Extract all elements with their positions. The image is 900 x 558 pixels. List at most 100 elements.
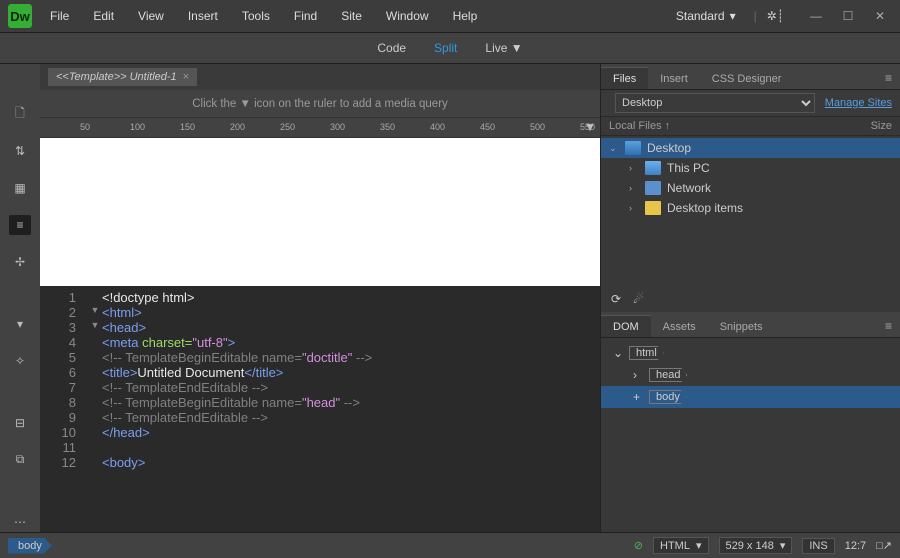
tab-css-designer[interactable]: CSS Designer xyxy=(700,68,794,89)
code-line[interactable]: 10</head> xyxy=(40,425,600,440)
right-panels: FilesInsertCSS Designer ≡ Desktop Manage … xyxy=(600,64,900,532)
menu-file[interactable]: File xyxy=(40,5,79,27)
code-editor[interactable]: 1<!doctype html>2▼<html>3▼<head>4<meta c… xyxy=(40,286,600,532)
wand-icon[interactable]: ✧ xyxy=(9,350,31,371)
code-line[interactable]: 5<!-- TemplateBeginEditable name="doctit… xyxy=(40,350,600,365)
more-icon[interactable]: ⋯ xyxy=(9,511,31,532)
code-line[interactable]: 9<!-- TemplateEndEditable --> xyxy=(40,410,600,425)
tree-item[interactable]: ⌄Desktop xyxy=(601,138,900,158)
collapse-icon[interactable]: ⊟ xyxy=(9,412,31,433)
ruler-tick: 200 xyxy=(230,122,245,132)
document-area: <<Template>> Untitled-1 × Click the ▼ ic… xyxy=(40,64,600,532)
menu-find[interactable]: Find xyxy=(284,5,327,27)
code-line[interactable]: 8<!-- TemplateBeginEditable name="head" … xyxy=(40,395,600,410)
menu-help[interactable]: Help xyxy=(443,5,488,27)
code-line[interactable]: 3▼<head> xyxy=(40,320,600,335)
workspace-switcher[interactable]: Standard▾ xyxy=(668,6,744,26)
ruler-tick: 450 xyxy=(480,122,495,132)
tab-snippets[interactable]: Snippets xyxy=(708,316,775,337)
ruler-tick: 550 xyxy=(580,122,595,132)
tab-insert[interactable]: Insert xyxy=(648,68,700,89)
dom-node[interactable]: ⌄html xyxy=(601,342,900,364)
ruler-tick: 350 xyxy=(380,122,395,132)
col-size[interactable]: Size xyxy=(871,120,892,132)
site-dropdown[interactable]: Desktop xyxy=(615,93,815,113)
titlebar: Dw FileEditViewInsertToolsFindSiteWindow… xyxy=(0,0,900,32)
breadcrumb-body[interactable]: body xyxy=(8,538,52,554)
dom-tree: ⌄html›head+body xyxy=(601,338,900,412)
ruler-tick: 50 xyxy=(80,122,90,132)
live-canvas[interactable] xyxy=(40,138,600,286)
code-line[interactable]: 7<!-- TemplateEndEditable --> xyxy=(40,380,600,395)
ruler-tick: 500 xyxy=(530,122,545,132)
dom-panel-tabs: DOMAssetsSnippets ≡ xyxy=(601,312,900,338)
menu-insert[interactable]: Insert xyxy=(178,5,228,27)
format-source-icon[interactable]: ≡ xyxy=(9,215,31,236)
menubar: FileEditViewInsertToolsFindSiteWindowHel… xyxy=(40,5,487,27)
sync-settings-icon[interactable]: ✲┊ xyxy=(767,9,784,23)
tree-item[interactable]: ›Desktop items xyxy=(601,198,900,218)
apply-comment-icon[interactable]: ▾ xyxy=(9,313,31,334)
target-icon[interactable]: ✢ xyxy=(9,251,31,272)
files-tree: ⌄Desktop›This PC›Network›Desktop items xyxy=(601,136,900,220)
manage-sites-link[interactable]: Manage Sites xyxy=(825,97,892,109)
menu-window[interactable]: Window xyxy=(376,5,439,27)
files-panel-tabs: FilesInsertCSS Designer ≡ xyxy=(601,64,900,90)
left-toolbar: 🗋 ⇅ ▦ ≡ ✢ ▾ ✧ ⊟ ⧉ ⋯ xyxy=(0,64,40,532)
chevron-down-icon[interactable]: ▼ xyxy=(511,41,523,55)
view-switcher: Code Split Live ▼ xyxy=(0,32,900,64)
minimize-button[interactable]: — xyxy=(804,6,828,26)
inspect-icon[interactable]: ⧉ xyxy=(9,449,31,470)
col-local[interactable]: Local Files ↑ xyxy=(609,120,871,132)
code-line[interactable]: 11 xyxy=(40,440,600,455)
tab-files[interactable]: Files xyxy=(601,67,648,89)
code-line[interactable]: 1<!doctype html> xyxy=(40,290,600,305)
collect-icon[interactable]: ☄ xyxy=(633,292,644,306)
status-ok-icon: ⊘ xyxy=(634,539,643,552)
ruler-tick: 100 xyxy=(130,122,145,132)
menu-edit[interactable]: Edit xyxy=(83,5,124,27)
ruler-tick: 400 xyxy=(430,122,445,132)
close-button[interactable]: ✕ xyxy=(868,6,892,26)
tree-item[interactable]: ›This PC xyxy=(601,158,900,178)
ruler-tick: 150 xyxy=(180,122,195,132)
code-line[interactable]: 6<title>Untitled Document</title> xyxy=(40,365,600,380)
ruler[interactable]: ▼ 50100150200250300350400450500550 xyxy=(40,118,600,138)
document-tab[interactable]: <<Template>> Untitled-1 × xyxy=(48,68,197,86)
refresh-icon[interactable]: ⟳ xyxy=(611,292,621,306)
file-management-icon[interactable]: 🗋 xyxy=(9,104,31,125)
maximize-button[interactable]: ☐ xyxy=(836,6,860,26)
status-insert-mode[interactable]: INS xyxy=(802,538,834,554)
menu-view[interactable]: View xyxy=(128,5,174,27)
code-line[interactable]: 2▼<html> xyxy=(40,305,600,320)
ruler-tick: 250 xyxy=(280,122,295,132)
code-line[interactable]: 4<meta charset="utf-8"> xyxy=(40,335,600,350)
close-icon[interactable]: × xyxy=(183,71,189,83)
ruler-tick: 300 xyxy=(330,122,345,132)
status-dimensions[interactable]: 529 x 148▾ xyxy=(719,537,793,554)
show-set-icon[interactable]: ▦ xyxy=(9,178,31,199)
tree-item[interactable]: ›Network xyxy=(601,178,900,198)
menu-tools[interactable]: Tools xyxy=(232,5,280,27)
status-preview-icon[interactable]: □↗ xyxy=(876,539,892,552)
panel-menu-icon[interactable]: ≡ xyxy=(877,67,900,89)
tab-assets[interactable]: Assets xyxy=(651,316,708,337)
statusbar: body ⊘ HTML▾ 529 x 148▾ INS 12:7 □↗ xyxy=(0,532,900,558)
dom-node[interactable]: ›head xyxy=(601,364,900,386)
files-columns: Local Files ↑ Size xyxy=(601,116,900,136)
divider: | xyxy=(754,9,757,23)
status-cursor-pos: 12:7 xyxy=(845,540,866,552)
dom-toolbar: ⟳ ☄ xyxy=(601,286,900,312)
panel-menu-icon[interactable]: ≡ xyxy=(877,315,900,337)
tab-dom[interactable]: DOM xyxy=(601,315,651,337)
code-line[interactable]: 12<body> xyxy=(40,455,600,470)
app-logo: Dw xyxy=(8,4,32,28)
status-language[interactable]: HTML▾ xyxy=(653,537,708,554)
dom-node[interactable]: +body xyxy=(601,386,900,408)
expand-all-icon[interactable]: ⇅ xyxy=(9,141,31,162)
view-code[interactable]: Code xyxy=(365,37,418,59)
view-live[interactable]: Live ▼ xyxy=(473,37,534,59)
media-query-hint: Click the ▼ icon on the ruler to add a m… xyxy=(40,90,600,118)
view-split[interactable]: Split xyxy=(422,37,469,59)
menu-site[interactable]: Site xyxy=(331,5,372,27)
